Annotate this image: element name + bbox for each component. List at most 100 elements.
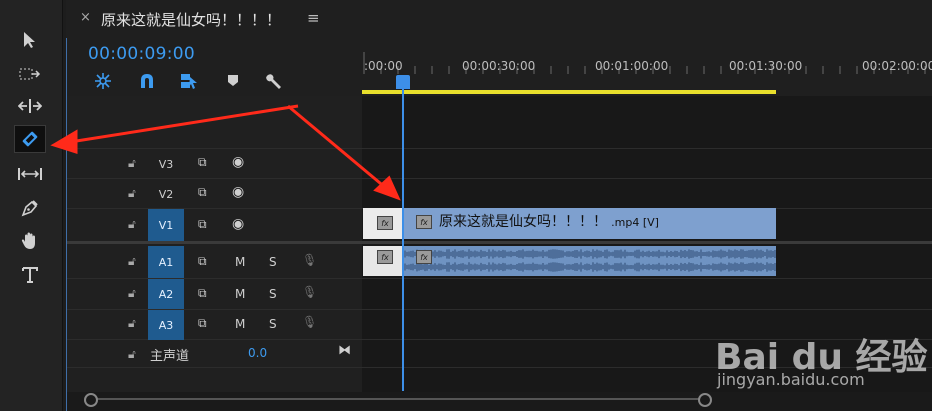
tools-panel bbox=[0, 0, 63, 411]
sync-lock-icon[interactable]: ⧉ bbox=[198, 286, 207, 301]
solo-button[interactable]: S bbox=[269, 317, 277, 331]
track-headers bbox=[67, 96, 362, 392]
linked-selection-button[interactable] bbox=[178, 70, 200, 92]
type-tool[interactable] bbox=[14, 261, 46, 289]
fx-badge: fx bbox=[377, 250, 393, 264]
playhead-timecode[interactable]: 00:00:09:00 bbox=[88, 44, 195, 64]
eye-icon[interactable]: ◉ bbox=[232, 184, 244, 200]
eye-icon[interactable]: ◉ bbox=[232, 216, 244, 232]
solo-button[interactable]: S bbox=[269, 255, 277, 269]
ruler-tick-label: 00:01:30:00 bbox=[729, 59, 803, 73]
ruler-tick-label: 00:01:00:00 bbox=[595, 59, 669, 73]
track-name: V3 bbox=[158, 157, 174, 171]
hand-icon bbox=[21, 232, 35, 249]
lock-icon[interactable]: 🔓︎ bbox=[128, 254, 136, 269]
track-target-v1[interactable]: V1 bbox=[148, 209, 184, 241]
lock-icon[interactable]: 🔓︎ bbox=[128, 217, 136, 232]
track-divider bbox=[67, 178, 932, 179]
audio-waveform bbox=[403, 249, 776, 272]
solo-button[interactable]: S bbox=[269, 287, 277, 301]
add-marker-icon bbox=[228, 75, 238, 86]
panel-menu-icon[interactable]: ≡ bbox=[307, 9, 320, 27]
track-name: A3 bbox=[158, 318, 174, 332]
mute-button[interactable]: M bbox=[235, 255, 245, 269]
track-divider bbox=[67, 309, 932, 310]
ruler-tick-label: 00:00:30:00 bbox=[462, 59, 536, 73]
snap-nest-button[interactable] bbox=[92, 70, 114, 92]
linked-selection-icon bbox=[181, 74, 197, 89]
close-tab-icon[interactable]: × bbox=[80, 10, 91, 25]
mute-button[interactable]: M bbox=[235, 287, 245, 301]
fx-badge: fx bbox=[416, 250, 432, 264]
playhead-line[interactable] bbox=[402, 78, 404, 391]
lock-icon[interactable]: 🔓︎ bbox=[128, 347, 136, 362]
master-volume-value[interactable]: 0.0 bbox=[248, 346, 267, 360]
slip-icon bbox=[18, 168, 42, 180]
razor-icon bbox=[22, 131, 38, 147]
lock-icon[interactable]: 🔓︎ bbox=[128, 186, 136, 201]
clip-suffix: .mp4 [V] bbox=[611, 216, 659, 229]
timeline-settings-button[interactable] bbox=[263, 70, 285, 92]
fx-badge: fx bbox=[377, 216, 393, 230]
lock-icon[interactable]: 🔓︎ bbox=[128, 316, 136, 331]
track-target-a3[interactable]: A3 bbox=[148, 310, 184, 340]
track-select-tool[interactable] bbox=[14, 60, 46, 88]
video-clip-thumbnail[interactable]: fx bbox=[363, 208, 403, 239]
work-area-bar[interactable] bbox=[362, 90, 776, 94]
add-marker-button[interactable] bbox=[222, 70, 244, 92]
horizontal-scrollbar[interactable] bbox=[67, 392, 932, 411]
sync-lock-icon[interactable]: ⧉ bbox=[198, 185, 207, 200]
go-to-end-icon[interactable]: ⧓ bbox=[338, 343, 351, 358]
track-select-icon bbox=[19, 68, 41, 80]
video-audio-divider bbox=[67, 241, 932, 244]
track-name: V2 bbox=[158, 187, 174, 201]
type-icon bbox=[22, 267, 38, 283]
zoom-scroll-track[interactable] bbox=[90, 398, 710, 400]
selection-tool[interactable] bbox=[14, 26, 46, 54]
track-target-a2[interactable]: A2 bbox=[148, 279, 184, 309]
pen-tool[interactable] bbox=[14, 194, 46, 222]
track-target-v2[interactable]: V2 bbox=[148, 179, 184, 209]
sequence-tab-title[interactable]: 原来这就是仙女吗！！！！ bbox=[101, 9, 281, 30]
mute-button[interactable]: M bbox=[235, 317, 245, 331]
snap-nest-icon bbox=[95, 73, 111, 89]
ripple-edit-tool[interactable] bbox=[14, 92, 46, 120]
lock-icon[interactable]: 🔓︎ bbox=[128, 156, 136, 171]
audio-clip-thumbnail[interactable]: fx bbox=[363, 246, 403, 276]
zoom-handle-right[interactable] bbox=[698, 393, 712, 407]
ruler-tick-label: :00:00 bbox=[364, 59, 403, 73]
microphone-icon[interactable]: 🎙︎ bbox=[302, 285, 317, 299]
track-target-v3[interactable]: V3 bbox=[148, 149, 184, 179]
hand-tool[interactable] bbox=[14, 227, 46, 255]
track-divider bbox=[67, 278, 932, 279]
ripple-edit-icon bbox=[18, 99, 42, 113]
sync-lock-icon[interactable]: ⧉ bbox=[198, 155, 207, 170]
lock-icon[interactable]: 🔓︎ bbox=[128, 286, 136, 301]
track-name: V1 bbox=[158, 218, 174, 232]
snap-magnet-button[interactable] bbox=[136, 70, 158, 92]
razor-tool[interactable] bbox=[14, 125, 46, 153]
microphone-icon[interactable]: 🎙︎ bbox=[302, 253, 317, 267]
track-name: A2 bbox=[158, 287, 174, 301]
playhead-handle[interactable] bbox=[396, 75, 410, 89]
track-divider bbox=[67, 148, 932, 149]
audio-clip[interactable]: fx bbox=[403, 246, 776, 276]
fx-badge: fx bbox=[416, 215, 432, 229]
microphone-icon[interactable]: 🎙︎ bbox=[302, 315, 317, 329]
baidu-watermark-url: jingyan.baidu.com bbox=[717, 370, 865, 389]
eye-icon[interactable]: ◉ bbox=[232, 154, 244, 170]
track-name: A1 bbox=[158, 255, 174, 269]
sync-lock-icon[interactable]: ⧉ bbox=[198, 254, 207, 269]
snap-magnet-icon bbox=[141, 74, 153, 88]
ruler-tick-label: 00:02:00:00 bbox=[862, 59, 932, 73]
clip-name: 原来这就是仙女吗！！！！ bbox=[439, 214, 607, 230]
selection-arrow-icon bbox=[24, 32, 35, 48]
slip-tool[interactable] bbox=[14, 160, 46, 188]
master-track-label: 主声道 bbox=[150, 349, 190, 364]
wrench-icon bbox=[266, 74, 281, 89]
zoom-handle-left[interactable] bbox=[84, 393, 98, 407]
sync-lock-icon[interactable]: ⧉ bbox=[198, 217, 207, 232]
pen-icon bbox=[21, 200, 38, 217]
track-target-a1[interactable]: A1 bbox=[148, 246, 184, 278]
sync-lock-icon[interactable]: ⧉ bbox=[198, 316, 207, 331]
